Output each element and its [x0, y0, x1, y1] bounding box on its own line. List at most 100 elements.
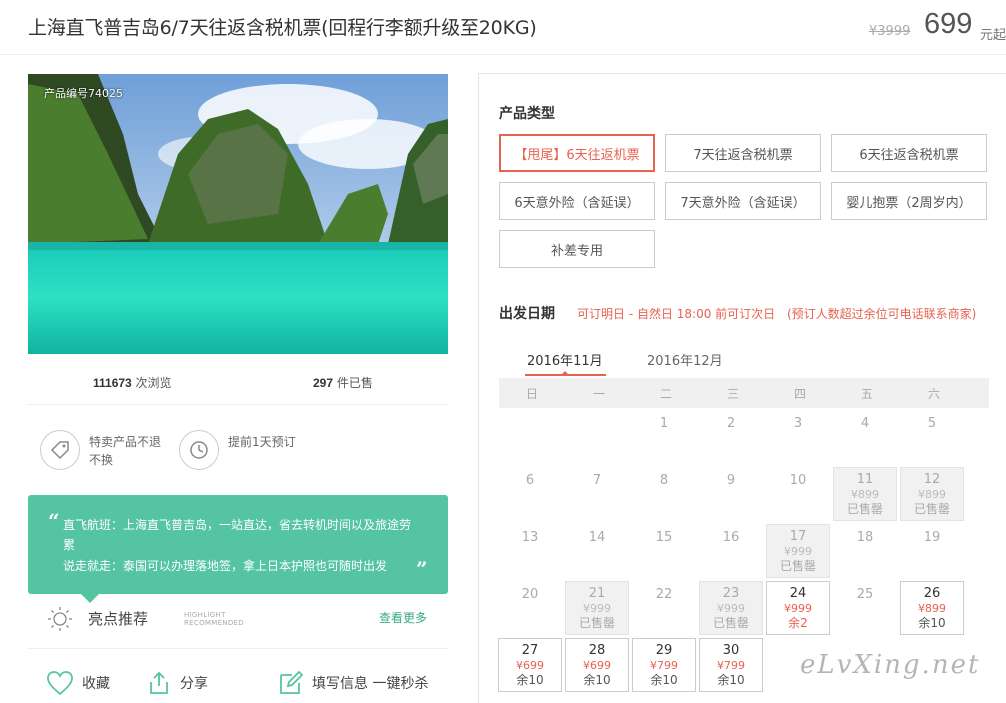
type-option-6day-insurance[interactable]: 6天意外险（含延误） — [499, 182, 655, 220]
page-header: 上海直飞普吉岛6/7天往返含税机票(回程行李额升级至20KG) ¥3999 69… — [0, 0, 1006, 55]
calendar-day-16: 16 — [699, 524, 763, 578]
calendar-day-9: 9 — [699, 467, 763, 521]
calendar-day-10: 10 — [766, 467, 830, 521]
price-unit: 元起 — [980, 28, 1006, 43]
day-price: ¥999 — [583, 602, 611, 615]
type-option-7day-tax[interactable]: 7天往返含税机票 — [665, 134, 821, 172]
calendar-day-3: 3 — [766, 410, 830, 464]
day-price: ¥799 — [650, 659, 678, 672]
day-number: 7 — [592, 473, 602, 488]
highlight-tail — [80, 593, 100, 603]
calendar-day-14: 14 — [565, 524, 629, 578]
calendar-day-18: 18 — [833, 524, 897, 578]
tag-icon — [40, 430, 80, 470]
day-number: 12 — [923, 472, 941, 487]
type-option-shuaiwei-6day[interactable]: 【甩尾】6天往返机票 — [499, 134, 655, 172]
original-price: ¥3999 — [869, 24, 911, 39]
tab-2016-11[interactable]: 2016年11月 — [527, 350, 603, 369]
highlight-line-2: 说走就走：泰国可以办理落地签，拿上日本护照也可随时出发 — [63, 559, 388, 573]
day-price: ¥999 — [784, 545, 812, 558]
calendar-day-26[interactable]: 26 ¥899 余10 — [900, 581, 964, 635]
current-price: 699 — [924, 8, 973, 40]
calendar-day-1: 1 — [632, 410, 696, 464]
day-price: ¥999 — [784, 602, 812, 615]
highlight-box: “ 直飞航班：上海直飞普吉岛，一站直达，省去转机时间以及旅途劳累 说走就走：泰国… — [28, 495, 448, 594]
type-option-6day-tax[interactable]: 6天往返含税机票 — [831, 134, 987, 172]
calendar-day-23: 23 ¥999 已售罄 — [699, 581, 763, 635]
day-number: 11 — [856, 472, 874, 487]
calendar-day-15: 15 — [632, 524, 696, 578]
day-status: 余2 — [788, 616, 808, 630]
product-stats: 111673 次浏览 297 件已售 — [28, 374, 448, 404]
day-number: 28 — [588, 643, 606, 658]
day-number: 1 — [659, 416, 669, 431]
product-image: 产品编号74025 — [28, 74, 448, 354]
see-more-link[interactable]: 查看更多 — [379, 609, 427, 626]
product-type-title: 产品类型 — [499, 106, 555, 122]
calendar-day-20: 20 — [498, 581, 562, 635]
day-number: 21 — [588, 586, 606, 601]
calendar-day-2: 2 — [699, 410, 763, 464]
departure-date-title: 出发日期 — [499, 306, 555, 322]
calendar-day-5: 5 — [900, 410, 964, 464]
tab-2016-12[interactable]: 2016年12月 — [647, 350, 723, 369]
calendar-day-29[interactable]: 29 ¥799 余10 — [632, 638, 696, 692]
day-number: 14 — [588, 530, 606, 545]
weekday-label: 五 — [860, 387, 873, 401]
feature-label: 特卖产品不退不换 — [89, 435, 162, 467]
type-option-infant[interactable]: 婴儿抱票（2周岁内） — [831, 182, 987, 220]
type-option-supplement[interactable]: 补差专用 — [499, 230, 655, 268]
open-quote-icon: “ — [48, 509, 60, 533]
day-number: 6 — [525, 473, 535, 488]
feature-no-refund: 特卖产品不退不换 — [40, 430, 170, 472]
feature-label: 提前1天预订 — [228, 435, 296, 449]
highlight-header: 亮点推荐 HIGHLIGHT RECOMMENDED 查看更多 — [28, 603, 448, 633]
fill-info-label: 填写信息 一键秒杀 — [312, 676, 429, 692]
day-status: 余10 — [516, 673, 544, 687]
favorite-label: 收藏 — [82, 676, 110, 692]
calendar-day-25: 25 — [833, 581, 897, 635]
sold-label: 件已售 — [336, 376, 373, 390]
calendar-day-30[interactable]: 30 ¥799 余10 — [699, 638, 763, 692]
day-status: 已售罄 — [578, 616, 615, 630]
views-count: 111673 — [93, 376, 132, 390]
favorite-button[interactable]: 收藏 — [46, 668, 110, 698]
day-number: 10 — [789, 473, 807, 488]
day-number: 30 — [722, 643, 740, 658]
fill-info-button[interactable]: 填写信息 一键秒杀 — [278, 668, 428, 698]
share-button[interactable]: 分享 — [146, 668, 208, 698]
day-number: 9 — [726, 473, 736, 488]
clock-icon — [179, 430, 219, 470]
calendar-day-21: 21 ¥999 已售罄 — [565, 581, 629, 635]
booking-panel: 产品类型 【甩尾】6天往返机票 7天往返含税机票 6天往返含税机票 6天意外险（… — [478, 73, 1006, 703]
booking-note-contact: (预订人数超过余位可电话联系商家) — [787, 307, 977, 321]
weekday-label: 日 — [525, 387, 538, 401]
day-number: 29 — [655, 643, 673, 658]
day-status: 余10 — [717, 673, 745, 687]
edit-icon — [280, 670, 304, 694]
day-number: 25 — [856, 587, 874, 602]
day-status: 余10 — [583, 673, 611, 687]
calendar-day-27[interactable]: 27 ¥699 余10 — [498, 638, 562, 692]
day-number: 8 — [659, 473, 669, 488]
calendar-day-19: 19 — [900, 524, 964, 578]
day-number: 5 — [927, 416, 937, 431]
calendar-day-24[interactable]: 24 ¥999 余2 — [766, 581, 830, 635]
divider — [28, 404, 448, 405]
calendar-day-6: 6 — [498, 467, 562, 521]
day-price: ¥899 — [918, 488, 946, 501]
day-number: 2 — [726, 416, 736, 431]
sold-count: 297 — [313, 376, 334, 390]
day-number: 17 — [789, 529, 807, 544]
booking-note: 可订明日 - 自然日 18:00 前可订次日 — [577, 307, 776, 321]
weekday-header: 日一二三四五六 — [499, 378, 989, 408]
close-quote-icon: ” — [416, 557, 428, 581]
product-title: 上海直飞普吉岛6/7天往返含税机票(回程行李额升级至20KG) — [28, 17, 537, 39]
calendar-day-13: 13 — [498, 524, 562, 578]
day-status: 已售罄 — [779, 559, 816, 573]
type-option-7day-insurance[interactable]: 7天意外险（含延误） — [665, 182, 821, 220]
sold-stat: 297 件已售 — [313, 374, 373, 391]
calendar-day-28[interactable]: 28 ¥699 余10 — [565, 638, 629, 692]
calendar-day-8: 8 — [632, 467, 696, 521]
day-number: 13 — [521, 530, 539, 545]
